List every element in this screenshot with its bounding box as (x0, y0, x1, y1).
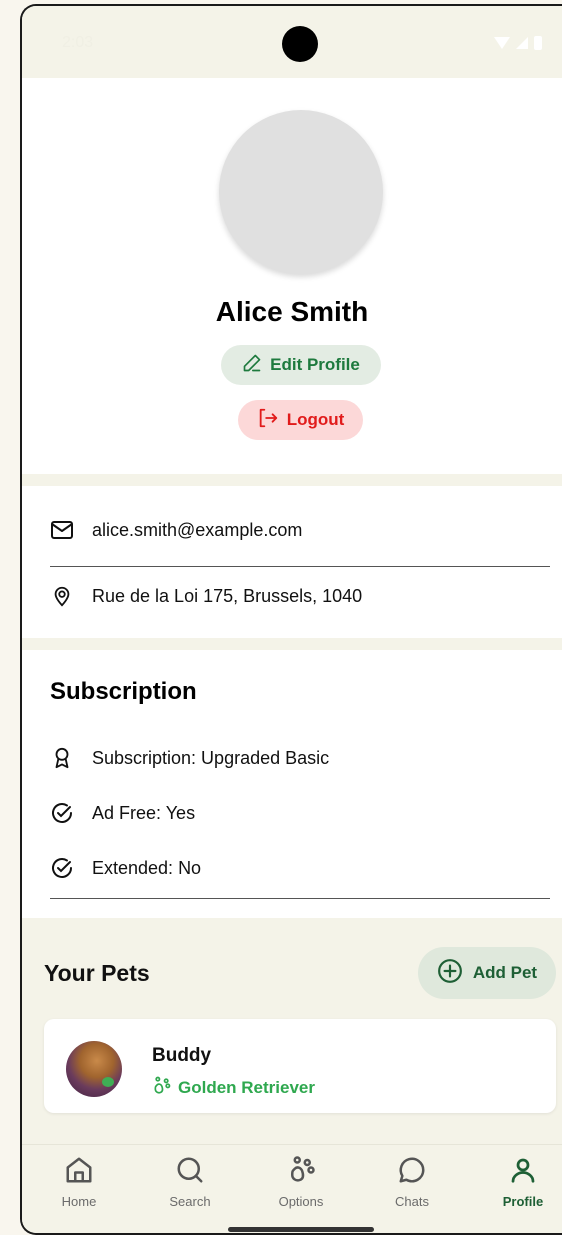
home-icon (64, 1155, 94, 1188)
edit-profile-button[interactable]: Edit Profile (221, 345, 381, 385)
extended-text: Extended: No (92, 857, 202, 878)
profile-header: Alice Smith Edit Profile Logout (22, 78, 562, 474)
pets-title: Your Pets (44, 960, 150, 986)
subscription-section: Subscription Subscription: Upgraded Basi… (22, 650, 562, 918)
logout-label: Logout (286, 410, 345, 429)
avatar[interactable] (219, 110, 383, 274)
nav-item-profile[interactable]: Profile (478, 1155, 562, 1209)
phone-frame: 2:03 Alice Smith Edit Profile Logout ali… (20, 4, 562, 1235)
logout-button[interactable]: Logout (238, 400, 363, 440)
nav-label-search: Search (169, 1194, 211, 1209)
paw-icon (152, 1075, 172, 1100)
status-bar: 2:03 (22, 6, 562, 78)
pets-section: Your Pets Add Pet Buddy Golden Retriever (22, 918, 562, 1144)
email-text: alice.smith@example.com (92, 519, 303, 540)
wifi-icon (494, 37, 510, 49)
plus-circle-icon (437, 958, 463, 989)
battery-icon (534, 36, 542, 50)
award-icon (50, 746, 74, 770)
nav-label-chats: Chats (395, 1194, 429, 1209)
address-row: Rue de la Loi 175, Brussels, 1040 (50, 584, 550, 608)
nav-item-options[interactable]: Options (256, 1155, 346, 1209)
search-icon (175, 1155, 205, 1188)
pet-card[interactable]: Buddy Golden Retriever (44, 1019, 556, 1113)
pencil-icon (242, 353, 262, 378)
chat-icon (397, 1155, 427, 1188)
camera-cutout (282, 26, 318, 62)
pet-breed-text: Golden Retriever (178, 1077, 315, 1097)
person-icon (508, 1155, 538, 1188)
mail-icon (50, 518, 74, 542)
edit-profile-label: Edit Profile (270, 355, 360, 374)
address-text: Rue de la Loi 175, Brussels, 1040 (92, 585, 363, 606)
home-indicator[interactable] (228, 1227, 374, 1232)
check-circle-icon (50, 856, 74, 880)
check-circle-icon (50, 801, 74, 825)
signal-icon (516, 37, 528, 49)
subscription-title: Subscription (50, 678, 197, 705)
contact-divider (50, 566, 550, 567)
nav-label-home: Home (61, 1194, 97, 1209)
contact-info: alice.smith@example.com Rue de la Loi 17… (22, 486, 562, 638)
nav-label-options: Options (278, 1194, 324, 1209)
email-row: alice.smith@example.com (50, 518, 550, 542)
pet-name: Buddy (152, 1045, 212, 1066)
extended-row: Extended: No (50, 856, 550, 880)
nav-item-search[interactable]: Search (145, 1155, 235, 1209)
status-icons (494, 36, 542, 50)
pet-breed: Golden Retriever (152, 1075, 315, 1100)
ad-free-text: Ad Free: Yes (92, 802, 196, 823)
bottom-nav: Home Search Options Chats Profile (22, 1144, 562, 1233)
pet-avatar (66, 1041, 122, 1097)
subscription-divider (50, 898, 550, 899)
nav-item-home[interactable]: Home (34, 1155, 124, 1209)
nav-item-chats[interactable]: Chats (367, 1155, 457, 1209)
location-pin-icon (50, 584, 74, 608)
add-pet-label: Add Pet (472, 963, 538, 982)
subscription-plan-row: Subscription: Upgraded Basic (50, 746, 550, 770)
add-pet-button[interactable]: Add Pet (418, 947, 556, 999)
nav-label-profile: Profile (502, 1194, 544, 1209)
user-name: Alice Smith (215, 296, 369, 327)
paw-icon (286, 1155, 316, 1188)
subscription-plan-text: Subscription: Upgraded Basic (92, 747, 330, 768)
ad-free-row: Ad Free: Yes (50, 801, 550, 825)
logout-icon (257, 407, 279, 434)
status-time: 2:03 (62, 34, 94, 51)
